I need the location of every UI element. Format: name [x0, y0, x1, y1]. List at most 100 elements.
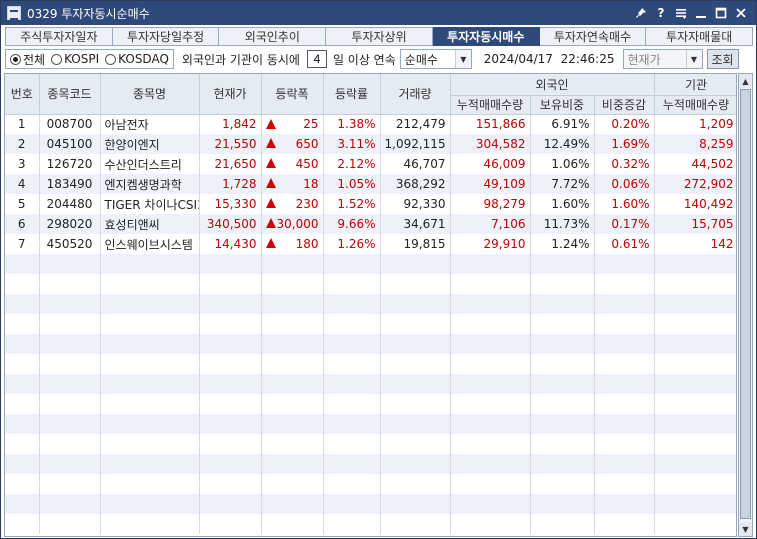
cell-row-number	[5, 414, 40, 434]
cell-foreign-cumulative	[450, 354, 531, 374]
col-header-foreign-holding[interactable]: 보유비중	[530, 95, 595, 115]
tab-foreign-trend[interactable]: 외국인추이	[219, 27, 327, 46]
table-row[interactable]	[5, 274, 736, 294]
cell-foreign-holding	[530, 414, 595, 434]
chevron-down-icon[interactable]: ▼	[685, 50, 702, 68]
cell-foreign-delta	[594, 354, 655, 374]
tab-bar: 주식투자자일자 투자자당일추정 외국인추이 투자자상위 투자자동시매수 투자자연…	[5, 27, 754, 46]
cell-change-rate	[323, 414, 381, 434]
cell-inst-cumulative	[654, 394, 736, 414]
market-radio-kosdaq[interactable]: KOSDAQ	[105, 52, 169, 66]
table-row[interactable]: 5 204480 TIGER 차이나CSI3 15,330 230 1.52% 92,330…	[5, 194, 736, 214]
table-row[interactable]: 6 298020 효성티앤씨 340,500 30,000 9.66% 34,671 7,10…	[5, 214, 736, 234]
scroll-thumb[interactable]	[740, 89, 751, 519]
maximize-icon[interactable]	[712, 4, 730, 22]
cell-row-number	[5, 394, 40, 414]
cell-foreign-holding	[530, 474, 595, 494]
table-row[interactable]	[5, 254, 736, 274]
col-header-price[interactable]: 현재가	[199, 74, 262, 115]
scroll-up-arrow-icon[interactable]: ▲	[739, 74, 752, 88]
cell-inst-cumulative	[654, 434, 736, 454]
cell-change-rate	[323, 454, 381, 474]
query-button[interactable]: 조회	[706, 49, 739, 69]
table-row[interactable]: 4 183490 엔지켐생명과학 1,728 18 1.05% 368,292 49,109 7…	[5, 174, 736, 194]
table-row[interactable]	[5, 494, 736, 514]
cell-foreign-holding	[530, 314, 595, 334]
cell-price-change-value: 650	[295, 137, 319, 151]
col-header-foreign-delta[interactable]: 비중증감	[594, 95, 655, 115]
cell-current-price	[199, 454, 262, 474]
table-row[interactable]: 7 450520 인스웨이브시스템 14,430 180 1.26% 19,815 29,91…	[5, 234, 736, 254]
cell-row-number	[5, 374, 40, 394]
cell-stock-name	[100, 294, 200, 314]
cell-change-rate: 3.11%	[323, 134, 381, 154]
table-row[interactable]	[5, 374, 736, 394]
title-bar[interactable]: 0329 투자자동시순매수 ?	[1, 1, 756, 25]
table-row[interactable]	[5, 334, 736, 354]
settings-menu-icon[interactable]	[672, 4, 690, 22]
cell-inst-cumulative: 44,502	[654, 154, 736, 174]
tab-investor-consecutive-buy[interactable]: 투자자연속매수	[539, 27, 647, 46]
col-header-no[interactable]: 번호	[5, 74, 40, 115]
table-row[interactable]	[5, 474, 736, 494]
table-row[interactable]: 3 126720 수산인더스트리 21,650 450 2.12% 46,707 46,009…	[5, 154, 736, 174]
table-row[interactable]	[5, 514, 736, 534]
tab-investor-volume-profile[interactable]: 투자자매물대	[646, 27, 754, 46]
market-radio-all[interactable]: 전체	[10, 51, 45, 68]
scroll-down-arrow-icon[interactable]: ▼	[739, 522, 752, 536]
cell-foreign-cumulative	[450, 274, 531, 294]
tab-investor-top[interactable]: 투자자상위	[326, 27, 433, 46]
cell-foreign-holding: 1.06%	[530, 154, 595, 174]
cell-foreign-cumulative	[450, 474, 531, 494]
up-triangle-icon	[265, 138, 276, 148]
col-header-code[interactable]: 종목코드	[39, 74, 101, 115]
col-header-rate[interactable]: 등락률	[323, 74, 381, 115]
minimize-icon[interactable]	[692, 4, 710, 22]
chevron-down-icon[interactable]: ▼	[454, 50, 471, 68]
cell-foreign-cumulative: 29,910	[450, 234, 531, 254]
table-row[interactable]: 1 008700 아남전자 1,842 25 1.38% 212,479 151,866 6.9…	[5, 114, 736, 134]
cell-foreign-delta	[594, 494, 655, 514]
consecutive-days-input[interactable]	[306, 50, 327, 68]
market-radio-kospi[interactable]: KOSPI	[51, 52, 99, 66]
cell-price-change	[261, 354, 324, 374]
cell-current-price	[199, 414, 262, 434]
table-row[interactable]	[5, 354, 736, 374]
table-row[interactable]	[5, 394, 736, 414]
table-row[interactable]	[5, 434, 736, 454]
cell-foreign-cumulative	[450, 394, 531, 414]
price-basis-select[interactable]: 현재가 ▼	[622, 49, 703, 69]
cell-stock-name: TIGER 차이나CSI3	[100, 194, 200, 214]
vertical-scrollbar[interactable]: ▲ ▼	[738, 73, 753, 537]
col-header-name[interactable]: 종목명	[100, 74, 200, 115]
cell-stock-name: 수산인더스트리	[100, 154, 200, 174]
help-icon[interactable]: ?	[652, 4, 670, 22]
tab-investor-simultaneous-buy[interactable]: 투자자동시매수	[432, 27, 540, 46]
table-row[interactable]	[5, 454, 736, 474]
cell-trade-volume: 1,092,115	[380, 134, 451, 154]
cell-change-rate: 1.52%	[323, 194, 381, 214]
tab-investor-estimate[interactable]: 투자자당일추정	[112, 27, 220, 46]
cell-change-rate	[323, 394, 381, 414]
table-row[interactable]	[5, 414, 736, 434]
cell-row-number	[5, 434, 40, 454]
tab-investor-daily[interactable]: 주식투자자일자	[5, 27, 113, 46]
table-row[interactable]	[5, 294, 736, 314]
cell-change-rate: 1.26%	[323, 234, 381, 254]
cell-row-number: 4	[5, 174, 40, 194]
trade-type-select[interactable]: 순매수 ▼	[399, 49, 472, 69]
table-row[interactable]	[5, 314, 736, 334]
cell-price-change	[261, 294, 324, 314]
cell-current-price	[199, 334, 262, 354]
pin-icon[interactable]	[632, 4, 650, 22]
cell-current-price	[199, 394, 262, 414]
cell-foreign-holding	[530, 354, 595, 374]
table-row[interactable]: 2 045100 한양이엔지 21,550 650 3.11% 1,092,115 304,5…	[5, 134, 736, 154]
results-grid[interactable]: 번호 종목코드 종목명 현재가 등락폭 등락률 거래량 외국인 기관 누적매매수…	[4, 73, 737, 537]
col-header-foreign-cumulative[interactable]: 누적매매수량	[450, 95, 531, 115]
cell-stock-code: 045100	[39, 134, 101, 154]
col-header-change[interactable]: 등락폭	[261, 74, 324, 115]
col-header-volume[interactable]: 거래량	[380, 74, 451, 115]
col-header-inst-cumulative[interactable]: 누적매매수량	[654, 95, 736, 115]
close-icon[interactable]	[732, 4, 750, 22]
